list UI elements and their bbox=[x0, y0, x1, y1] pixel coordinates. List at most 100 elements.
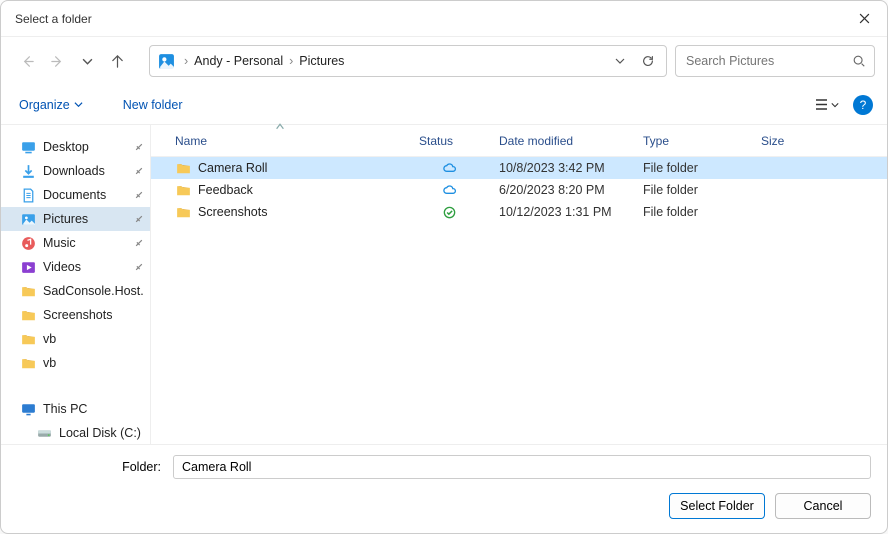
organize-label: Organize bbox=[19, 98, 70, 112]
table-row[interactable]: Feedback6/20/2023 8:20 PMFile folder bbox=[151, 179, 887, 201]
sidebar-item[interactable]: vb bbox=[1, 351, 150, 375]
folder-icon bbox=[19, 282, 37, 300]
address-history-button[interactable] bbox=[606, 47, 634, 75]
window-title: Select a folder bbox=[15, 12, 841, 26]
arrow-right-icon bbox=[50, 54, 65, 69]
recent-button[interactable] bbox=[73, 47, 101, 75]
document-icon bbox=[19, 186, 37, 204]
sidebar-item[interactable]: Music bbox=[1, 231, 150, 255]
pin-icon bbox=[132, 164, 146, 178]
row-type: File folder bbox=[633, 183, 751, 197]
sort-indicator-icon bbox=[275, 123, 284, 130]
chevron-down-icon bbox=[615, 56, 625, 66]
sidebar-item-label: Downloads bbox=[43, 164, 134, 178]
sidebar-item-label: Videos bbox=[43, 260, 134, 274]
row-status bbox=[409, 205, 489, 220]
titlebar: Select a folder bbox=[1, 1, 887, 37]
back-button[interactable] bbox=[13, 47, 41, 75]
sidebar[interactable]: Desktop Downloads Documents Pictures Music Vi… bbox=[1, 125, 151, 444]
dialog-window: Select a folder › Andy - Personal › Pict… bbox=[0, 0, 888, 534]
row-type: File folder bbox=[633, 161, 751, 175]
table-row[interactable]: Screenshots 10/12/2023 1:31 PMFile folder bbox=[151, 201, 887, 223]
button-row: Select Folder Cancel bbox=[17, 493, 871, 519]
search-icon bbox=[852, 54, 866, 68]
folder-icon bbox=[175, 204, 192, 221]
music-icon bbox=[19, 234, 37, 252]
nav-row: › Andy - Personal › Pictures bbox=[1, 37, 887, 85]
close-button[interactable] bbox=[841, 1, 887, 36]
column-name[interactable]: Name bbox=[151, 125, 409, 156]
video-icon bbox=[19, 258, 37, 276]
help-button[interactable]: ? bbox=[853, 95, 873, 115]
pc-icon bbox=[19, 400, 37, 418]
column-headers: Name Status Date modified Type Size bbox=[151, 125, 887, 157]
sidebar-item[interactable]: vb bbox=[1, 327, 150, 351]
search-input[interactable] bbox=[684, 53, 852, 69]
forward-button[interactable] bbox=[43, 47, 71, 75]
sidebar-item-label: Documents bbox=[43, 188, 134, 202]
column-size[interactable]: Size bbox=[751, 125, 831, 156]
column-type[interactable]: Type bbox=[633, 125, 751, 156]
sidebar-item-label: Desktop bbox=[43, 140, 134, 154]
new-folder-button[interactable]: New folder bbox=[113, 94, 193, 116]
column-date[interactable]: Date modified bbox=[489, 125, 633, 156]
breadcrumb-item[interactable]: Pictures bbox=[295, 52, 348, 70]
folder-icon bbox=[19, 306, 37, 324]
sidebar-item[interactable]: Videos bbox=[1, 255, 150, 279]
desktop-icon bbox=[19, 138, 37, 156]
folder-label: Folder: bbox=[17, 460, 165, 474]
table-row[interactable]: Camera Roll 10/8/2023 3:42 PMFile folder bbox=[151, 157, 887, 179]
row-name: Camera Roll bbox=[198, 161, 267, 175]
chevron-right-icon: › bbox=[182, 54, 190, 68]
refresh-button[interactable] bbox=[634, 47, 662, 75]
row-type: File folder bbox=[633, 205, 751, 219]
cancel-button[interactable]: Cancel bbox=[775, 493, 871, 519]
row-date: 6/20/2023 8:20 PM bbox=[489, 183, 633, 197]
sidebar-item[interactable]: This PC bbox=[1, 397, 150, 421]
address-bar[interactable]: › Andy - Personal › Pictures bbox=[149, 45, 667, 77]
download-icon bbox=[19, 162, 37, 180]
sidebar-item[interactable]: SadConsole.Host. bbox=[1, 279, 150, 303]
folder-icon bbox=[19, 330, 37, 348]
sidebar-item[interactable]: Desktop bbox=[1, 135, 150, 159]
sidebar-item[interactable]: Documents bbox=[1, 183, 150, 207]
column-status[interactable]: Status bbox=[409, 125, 489, 156]
folder-icon bbox=[175, 160, 192, 177]
new-folder-label: New folder bbox=[123, 98, 183, 112]
folder-icon bbox=[175, 182, 192, 199]
view-button[interactable] bbox=[809, 91, 843, 119]
up-button[interactable] bbox=[103, 47, 131, 75]
sidebar-item[interactable]: Downloads bbox=[1, 159, 150, 183]
body: Desktop Downloads Documents Pictures Music Vi… bbox=[1, 125, 887, 445]
sidebar-item-label: Pictures bbox=[43, 212, 134, 226]
toolbar: Organize New folder ? bbox=[1, 85, 887, 125]
list-view-icon bbox=[814, 98, 829, 111]
sidebar-item[interactable]: Local Disk (C:) bbox=[1, 421, 150, 444]
row-date: 10/12/2023 1:31 PM bbox=[489, 205, 633, 219]
sidebar-item-label: This PC bbox=[43, 402, 144, 416]
sidebar-item-label: vb bbox=[43, 332, 144, 346]
row-date: 10/8/2023 3:42 PM bbox=[489, 161, 633, 175]
sidebar-item[interactable]: Pictures bbox=[1, 207, 150, 231]
help-icon: ? bbox=[860, 98, 867, 112]
pin-icon bbox=[132, 260, 146, 274]
organize-button[interactable]: Organize bbox=[9, 94, 93, 116]
row-name: Screenshots bbox=[198, 205, 267, 219]
disk-icon bbox=[35, 424, 53, 442]
folder-icon bbox=[19, 354, 37, 372]
arrow-up-icon bbox=[110, 54, 125, 69]
file-list: Name Status Date modified Type Size Came… bbox=[151, 125, 887, 444]
breadcrumb-item[interactable]: Andy - Personal bbox=[190, 52, 287, 70]
pin-icon bbox=[132, 236, 146, 250]
folder-input[interactable] bbox=[173, 455, 871, 479]
file-rows[interactable]: Camera Roll10/8/2023 3:42 PMFile folderF… bbox=[151, 157, 887, 444]
select-folder-button[interactable]: Select Folder bbox=[669, 493, 765, 519]
search-box[interactable] bbox=[675, 45, 875, 77]
arrow-left-icon bbox=[20, 54, 35, 69]
chevron-down-icon bbox=[82, 56, 93, 67]
row-status bbox=[409, 161, 489, 176]
sidebar-item[interactable]: Screenshots bbox=[1, 303, 150, 327]
folder-field-row: Folder: bbox=[17, 455, 871, 479]
close-icon bbox=[859, 13, 870, 24]
sidebar-item-label: Music bbox=[43, 236, 134, 250]
